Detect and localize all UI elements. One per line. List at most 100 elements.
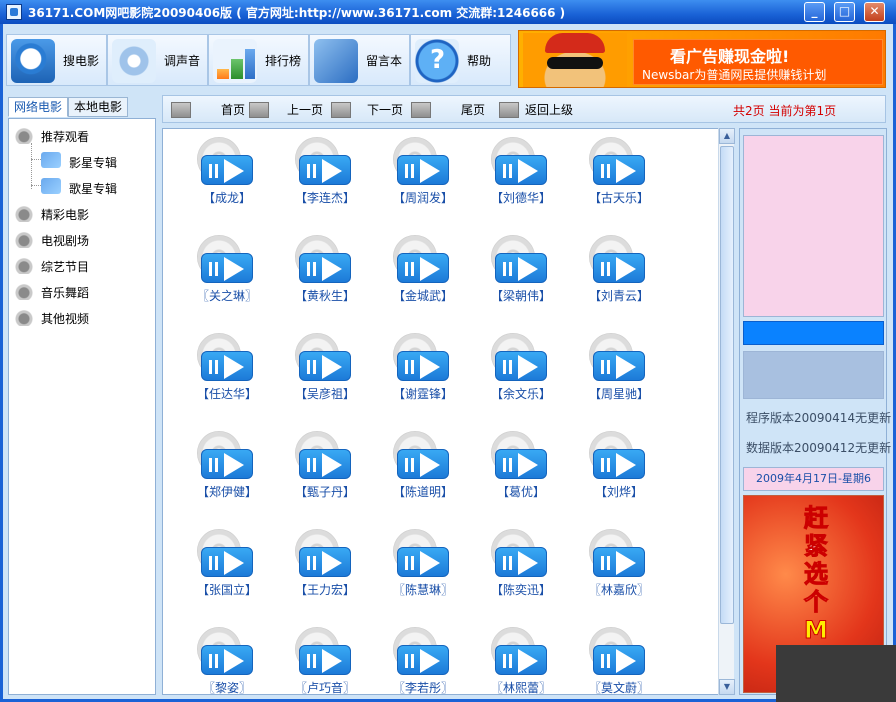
video-tile[interactable]: 【梁朝伟】 [471,231,551,311]
adjust-sound-button[interactable]: 调声音 [107,34,208,86]
title-bar: 36171.COM网吧影院20090406版 ( 官方网址:http://www… [0,0,896,24]
play-icon [397,547,449,577]
next-page-button[interactable]: 下一页 [331,100,407,120]
video-tile[interactable]: 〖黎姿〗 [177,623,257,694]
play-icon [593,547,645,577]
app-icon [6,4,22,20]
tree-item-label: 歌星专辑 [69,182,118,196]
play-icon [495,449,547,479]
play-icon [397,155,449,185]
left-tabs: 网络电影 本地电影 [8,97,129,117]
video-tile[interactable]: 【周星驰】 [569,329,649,409]
ranking-button[interactable]: 排行榜 [208,34,309,86]
scroll-thumb[interactable] [720,146,734,624]
maximize-button[interactable]: □ [834,2,855,22]
banner-subline: Newsbar为普通网民提供赚钱计划 [642,68,827,82]
video-tile[interactable]: 【谢霆锋】 [373,329,453,409]
video-tile[interactable]: 【陈道明】 [373,427,453,507]
help-icon [415,39,459,83]
toolbar-label: 留言本 [366,54,403,68]
scroll-down-arrow[interactable]: ▼ [719,679,735,695]
video-tile[interactable]: 〖陈慧琳〗 [373,525,453,605]
tree-item-label: 精彩电影 [41,208,90,222]
first-page-button[interactable]: 首页 [171,100,247,120]
video-tile[interactable]: 【吴彦祖】 [275,329,355,409]
back-up-label: 返回上级 [525,103,574,117]
help-button[interactable]: 帮助 [410,34,511,86]
prev-page-icon [249,102,269,118]
video-tile-label: 【任达华】 [196,387,257,401]
video-tile-label: 【古天乐】 [588,191,649,205]
play-icon [495,547,547,577]
ad-char: 赶 [804,504,829,533]
video-tile[interactable]: 【陈奕迅】 [471,525,551,605]
program-version: 程序版本20090414无更新 [746,411,892,425]
banner-ad[interactable]: 看广告赚现金啦! Newsbar为普通网民提供赚钱计划 [518,30,886,88]
search-movie-button[interactable]: 搜电影 [6,34,107,86]
video-tile[interactable]: 【张国立】 [177,525,257,605]
video-tile-label: 〖卢巧音〗 [294,681,355,695]
video-tile[interactable]: 【古天乐】 [569,133,649,213]
video-tile[interactable]: 【刘青云】 [569,231,649,311]
video-tile[interactable]: 【金城武】 [373,231,453,311]
video-tile[interactable]: 【余文乐】 [471,329,551,409]
video-tile[interactable]: 〖林嘉欣〗 [569,525,649,605]
video-tile-label: 【谢霆锋】 [392,387,453,401]
close-button[interactable]: ✕ [864,2,885,22]
video-tile[interactable]: 【周润发】 [373,133,453,213]
video-tile-label: 〖林熙蕾〗 [490,681,551,695]
play-icon [299,449,351,479]
tree-item-label: 其他视频 [41,312,90,326]
disc-icon [13,230,35,248]
tree-item-label: 综艺节目 [41,260,90,274]
video-tile-label: 【吴彦祖】 [294,387,355,401]
video-tile[interactable]: 【黄秋生】 [275,231,355,311]
play-icon [201,253,253,283]
window-title: 36171.COM网吧影院20090406版 ( 官方网址:http://www… [28,6,566,20]
video-tile[interactable]: 〖林熙蕾〗 [471,623,551,694]
video-tile[interactable]: 【王力宏】 [275,525,355,605]
tree-line [31,185,41,186]
tree-item-label: 音乐舞蹈 [41,286,90,300]
tab-local-movies[interactable]: 本地电影 [68,97,129,117]
video-tile[interactable]: 〖关之琳〗 [177,231,257,311]
play-icon [495,645,547,675]
navigation-bar: 首页 上一页 下一页 尾页 返回上级 共2页 当前为第1页 [162,95,886,123]
scroll-up-arrow[interactable]: ▲ [719,128,735,144]
play-icon [201,547,253,577]
video-tile[interactable]: 【甄子丹】 [275,427,355,507]
toolbar-label: 排行榜 [265,54,302,68]
play-icon [593,645,645,675]
video-tile[interactable]: 〖李若彤〗 [373,623,453,694]
minimize-button[interactable]: _ [804,2,825,22]
video-tile[interactable]: 【成龙】 [177,133,257,213]
disc-icon [13,282,35,300]
next-page-icon [331,102,351,118]
video-tile[interactable]: 【葛优】 [471,427,551,507]
back-up-button[interactable]: 返回上级 [499,100,579,120]
video-tile[interactable]: 【刘烨】 [569,427,649,507]
video-tile[interactable]: 〖莫文蔚〗 [569,623,649,694]
tab-network-movies[interactable]: 网络电影 [8,97,69,117]
guestbook-icon [314,39,358,83]
video-tile-label: 〖关之琳〗 [196,289,257,303]
tree-item-label: 影星专辑 [69,156,118,170]
video-tile-label: 【王力宏】 [294,583,355,597]
vertical-scrollbar[interactable]: ▲ ▼ [718,128,735,695]
prev-page-button[interactable]: 上一页 [249,100,327,120]
video-tile[interactable]: 【李连杰】 [275,133,355,213]
toolbar-label: 搜电影 [63,54,100,68]
video-tile[interactable]: 〖卢巧音〗 [275,623,355,694]
video-tile-label: 〖黎姿〗 [202,681,251,695]
video-tile[interactable]: 【郑伊健】 [177,427,257,507]
video-tile[interactable]: 【任达华】 [177,329,257,409]
last-page-button[interactable]: 尾页 [411,100,487,120]
ad-char: 紧 [804,532,829,561]
first-page-label: 首页 [221,103,246,117]
video-tile[interactable]: 【刘德华】 [471,133,551,213]
last-page-label: 尾页 [461,103,486,117]
play-icon [495,253,547,283]
last-page-icon [411,102,431,118]
video-tile-label: 【郑伊健】 [196,485,257,499]
guestbook-button[interactable]: 留言本 [309,34,410,86]
